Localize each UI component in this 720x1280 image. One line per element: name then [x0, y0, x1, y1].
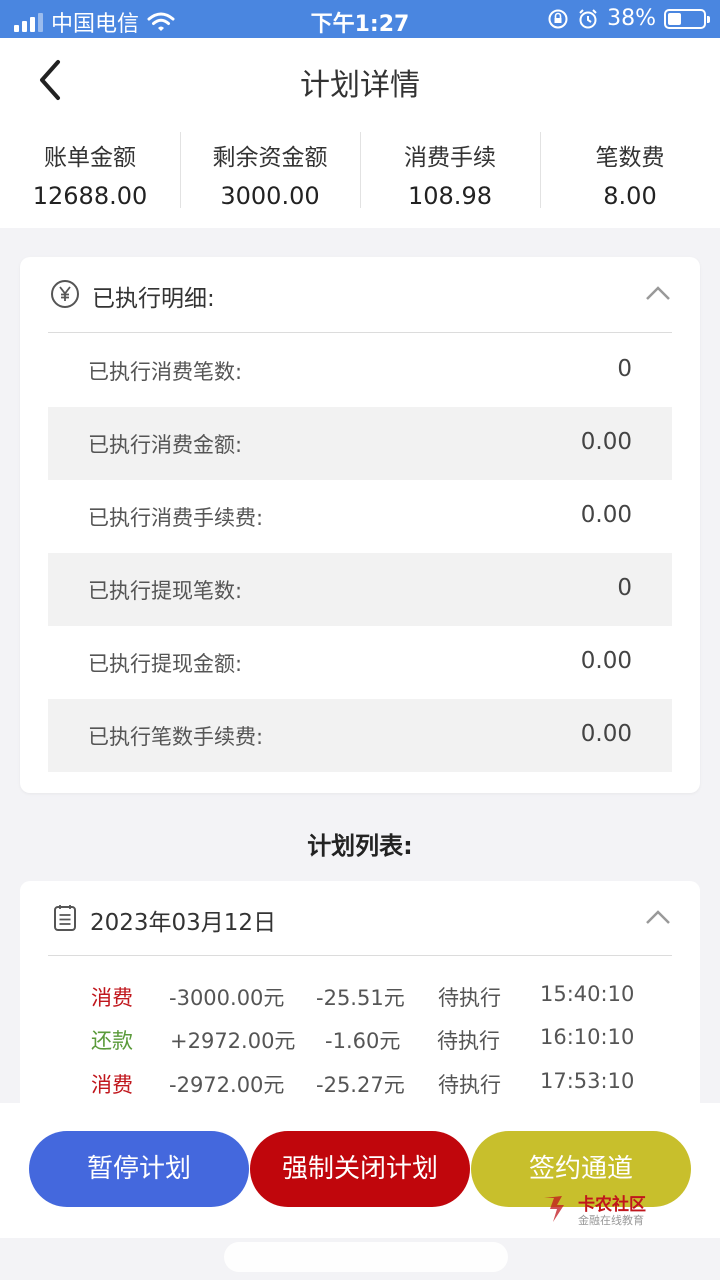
summary-consume-fee: 消费手续 108.98: [360, 122, 540, 228]
summary-value: 108.98: [408, 182, 492, 210]
plan-item-type: 还款: [91, 1029, 133, 1053]
executed-row-value: 0.00: [580, 648, 632, 674]
executed-row-value: 0.00: [580, 721, 632, 747]
home-indicator[interactable]: [224, 1242, 508, 1272]
plan-item-status: 待执行: [438, 986, 501, 1010]
page-title: 计划详情: [300, 68, 420, 103]
plan-list-title: 计划列表:: [307, 832, 413, 860]
plan-item-time: 17:53:10: [540, 1069, 635, 1093]
home-indicator-area: [0, 1238, 720, 1280]
summary-bill-amount: 账单金额 12688.00: [0, 122, 180, 228]
chevron-up-icon[interactable]: [644, 283, 672, 303]
plan-item[interactable]: 消费 -3000.00元 -25.51元 待执行 15:40:10: [48, 976, 672, 1016]
executed-row-value: 0.00: [580, 429, 632, 455]
executed-row-label: 已执行消费金额:: [88, 433, 243, 457]
executed-row: 已执行消费金额: 0.00: [48, 407, 672, 480]
executed-row-value: 0.00: [580, 502, 632, 528]
plan-day-date: 2023年03月12日: [90, 910, 277, 936]
watermark: 卡农社区 金融在线教育: [540, 1190, 670, 1230]
battery-percent: 38%: [607, 6, 656, 31]
plan-item[interactable]: 还款 +2972.00元 -1.60元 待执行 16:10:10: [48, 1019, 672, 1059]
executed-row-label: 已执行提现金额:: [88, 652, 243, 676]
executed-details-header[interactable]: 已执行明细:: [48, 257, 672, 333]
plan-item-fee: -25.27元: [316, 1073, 405, 1097]
nav-bar: 计划详情: [0, 38, 720, 122]
summary-label: 笔数费: [595, 145, 665, 171]
summary-value: 8.00: [603, 182, 657, 210]
status-right: 38%: [547, 6, 710, 31]
status-bar: 中国电信 下午1:27 38%: [0, 0, 720, 38]
plan-item-fee: -25.51元: [316, 986, 405, 1010]
executed-row-value: 0: [617, 356, 632, 382]
executed-details-title: 已执行明细:: [92, 286, 215, 312]
executed-row: 已执行消费笔数: 0: [48, 334, 672, 407]
force-close-plan-button[interactable]: 强制关闭计划: [250, 1131, 470, 1207]
executed-row: 已执行提现金额: 0.00: [48, 626, 672, 699]
executed-row-value: 0: [617, 575, 632, 601]
executed-row-label: 已执行笔数手续费:: [88, 725, 264, 749]
plan-item-amount: -2972.00元: [169, 1073, 285, 1097]
summary-value: 12688.00: [32, 182, 148, 210]
summary-remaining-funds: 剩余资金额 3000.00: [180, 122, 360, 228]
alarm-icon: [579, 8, 597, 28]
executed-row: 已执行笔数手续费: 0.00: [48, 699, 672, 772]
executed-row-label: 已执行消费笔数:: [88, 360, 243, 384]
plan-item-amount: -3000.00元: [169, 986, 285, 1010]
watermark-logo-icon: [544, 1196, 564, 1222]
chevron-up-icon[interactable]: [644, 907, 672, 927]
summary-count-fee: 笔数费 8.00: [540, 122, 720, 228]
calendar-list-icon: [54, 905, 76, 931]
summary-label: 账单金额: [44, 145, 136, 171]
executed-row-label: 已执行提现笔数:: [88, 579, 243, 603]
plan-item-time: 16:10:10: [540, 1025, 635, 1049]
plan-item-status: 待执行: [437, 1029, 500, 1053]
executed-row: 已执行消费手续费: 0.00: [48, 480, 672, 553]
summary-label: 剩余资金额: [212, 145, 328, 171]
summary-value: 3000.00: [220, 182, 320, 210]
pause-plan-button[interactable]: 暂停计划: [29, 1131, 249, 1207]
plan-item-amount: +2972.00元: [170, 1029, 296, 1053]
plan-item-type: 消费: [91, 1073, 133, 1097]
plan-item-status: 待执行: [438, 1073, 501, 1097]
executed-row: 已执行提现笔数: 0: [48, 553, 672, 626]
yen-icon: [51, 280, 79, 308]
plan-day-header[interactable]: 2023年03月12日: [48, 881, 672, 956]
summary-label: 消费手续: [404, 145, 496, 171]
summary-strip: 账单金额 12688.00 剩余资金额 3000.00 消费手续 108.98 …: [0, 122, 720, 228]
plan-item[interactable]: 消费 -2972.00元 -25.27元 待执行 17:53:10: [48, 1063, 672, 1103]
plan-item-fee: -1.60元: [325, 1029, 401, 1053]
rotation-lock-icon: [548, 9, 568, 28]
plan-item-time: 15:40:10: [540, 982, 635, 1006]
battery-icon: [664, 8, 710, 29]
executed-row-label: 已执行消费手续费:: [88, 506, 264, 530]
plan-item-type: 消费: [91, 986, 133, 1010]
watermark-sub: 金融在线教育: [578, 1214, 644, 1227]
